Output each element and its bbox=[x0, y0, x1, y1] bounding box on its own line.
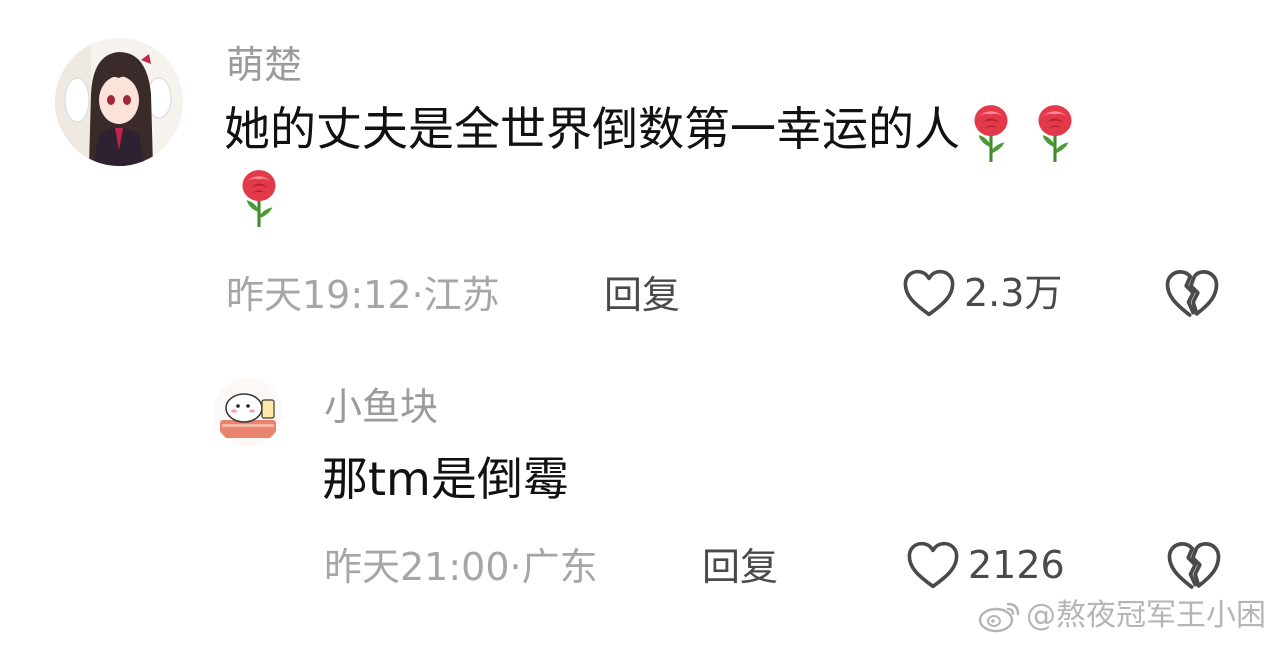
cartoon-hamster-avatar-icon bbox=[214, 378, 282, 446]
rose-emoji-icon bbox=[1034, 102, 1076, 164]
comment-username[interactable]: 小鱼块 bbox=[324, 388, 438, 426]
like-count: 2.3万 bbox=[964, 271, 1063, 315]
like-button[interactable]: 2.3万 bbox=[902, 268, 1062, 318]
broken-heart-icon bbox=[1164, 268, 1220, 320]
comment-text: 她的丈夫是全世界倒数第一幸运的人 bbox=[224, 98, 1224, 229]
reply-button[interactable]: 回复 bbox=[604, 276, 680, 314]
broken-heart-icon bbox=[1166, 540, 1222, 592]
dislike-button[interactable] bbox=[1164, 268, 1220, 324]
weibo-icon bbox=[978, 602, 1020, 633]
like-count: 2126 bbox=[968, 543, 1065, 587]
comment-meta: 昨天21:00·广东 bbox=[324, 545, 598, 589]
anime-girl-avatar-icon bbox=[55, 38, 183, 166]
comment-text: 那tm是倒霉 bbox=[322, 452, 569, 506]
comment-meta: 昨天19:12·江苏 bbox=[226, 273, 500, 317]
like-button[interactable]: 2126 bbox=[906, 540, 1065, 590]
avatar-anime-girl[interactable] bbox=[55, 38, 183, 166]
rose-emoji-icon bbox=[238, 167, 280, 229]
dislike-button[interactable] bbox=[1166, 540, 1222, 596]
comment-username[interactable]: 萌楚 bbox=[226, 46, 302, 84]
watermark-text: @熬夜冠军王小困 bbox=[1026, 598, 1266, 633]
avatar-cartoon-hamster[interactable] bbox=[214, 378, 282, 446]
heart-icon bbox=[902, 268, 956, 318]
reply-button[interactable]: 回复 bbox=[702, 548, 778, 586]
comment-body: 她的丈夫是全世界倒数第一幸运的人 bbox=[224, 102, 960, 156]
rose-emoji-icon bbox=[970, 102, 1012, 164]
heart-icon bbox=[906, 540, 960, 590]
weibo-watermark: @熬夜冠军王小困 bbox=[978, 598, 1266, 634]
